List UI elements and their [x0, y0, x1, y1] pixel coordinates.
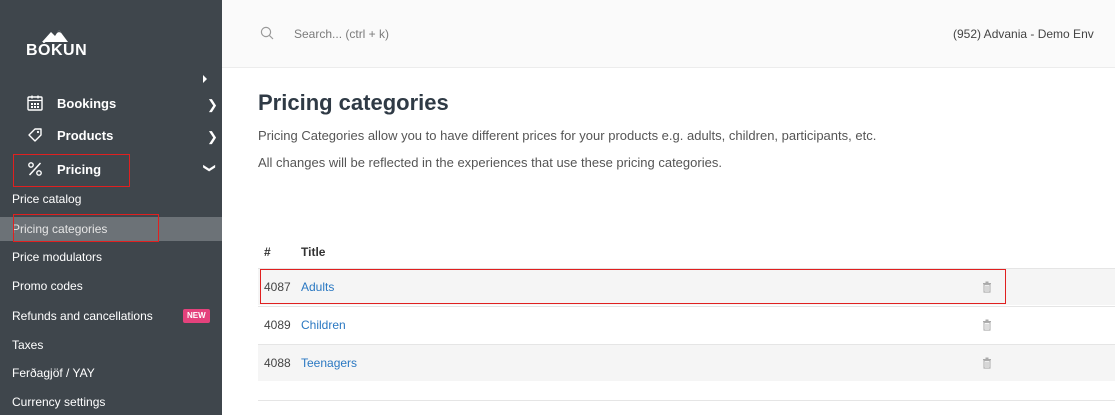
- new-badge: NEW: [183, 309, 210, 323]
- sidebar-subitem-label: Currency settings: [12, 395, 106, 409]
- sidebar-subitem-pricing-categories[interactable]: Pricing categories: [0, 217, 222, 241]
- app-root: BÓKUN Bookings ❯ Products ❯ Pricing ❯ Pr…: [0, 0, 1115, 415]
- sidebar-subitem-refunds-and-cancellations[interactable]: Refunds and cancellations NEW: [0, 304, 222, 328]
- row-title-link[interactable]: Children: [301, 318, 346, 332]
- row-title-link[interactable]: Teenagers: [301, 356, 357, 370]
- table-row: 4088 Teenagers: [258, 344, 1115, 381]
- sidebar-subitem-label: Ferðagjöf / YAY: [12, 366, 95, 380]
- sidebar-item-label: Products: [57, 128, 114, 143]
- table-row: 4087 Adults: [258, 268, 1115, 305]
- sidebar-item-label: Bookings: [57, 96, 117, 111]
- sidebar-subitem-label: Price catalog: [12, 192, 82, 206]
- percent-icon: [28, 162, 42, 176]
- sidebar-item-label: Pricing: [57, 162, 102, 177]
- sidebar-subitem-label: Pricing categories: [12, 222, 108, 236]
- sidebar-subitem-price-catalog[interactable]: Price catalog: [0, 187, 222, 211]
- mountain-logo-icon: [42, 30, 68, 42]
- search-input[interactable]: [294, 26, 594, 42]
- column-header-title: Title: [301, 245, 326, 259]
- trash-icon[interactable]: [982, 357, 992, 369]
- sidebar-item-products[interactable]: Products ❯: [0, 121, 222, 151]
- tag-icon: [28, 128, 42, 142]
- chevron-right-icon: ❯: [207, 129, 218, 144]
- sidebar-subitem-promo-codes[interactable]: Promo codes: [0, 274, 222, 298]
- page-title: Pricing categories: [258, 90, 449, 115]
- trash-icon[interactable]: [982, 281, 992, 293]
- column-header-id: #: [264, 245, 271, 259]
- trash-icon[interactable]: [982, 319, 992, 331]
- table-divider: [258, 400, 1115, 401]
- sidebar-subitem-label: Refunds and cancellations: [12, 309, 153, 323]
- sidebar-subitem-label: Promo codes: [12, 279, 83, 293]
- row-id: 4089: [264, 318, 291, 332]
- page-description: Pricing Categories allow you to have dif…: [258, 128, 877, 143]
- row-id: 4088: [264, 356, 291, 370]
- table-row: 4089 Children: [258, 306, 1115, 343]
- account-switcher[interactable]: (952) Advania - Demo Env: [953, 27, 1094, 41]
- bokun-logo[interactable]: BÓKUN: [26, 28, 88, 62]
- sidebar-item-pricing[interactable]: Pricing ❯: [0, 155, 222, 185]
- sidebar-subitem-ferdagjof-yay[interactable]: Ferðagjöf / YAY: [0, 361, 222, 385]
- brand-name: BÓKUN: [26, 42, 88, 59]
- calendar-icon: [27, 95, 43, 111]
- row-title-link[interactable]: Adults: [301, 280, 334, 294]
- sidebar-subitem-taxes[interactable]: Taxes: [0, 333, 222, 357]
- sidebar-subitem-currency-settings[interactable]: Currency settings: [0, 390, 222, 414]
- chevron-down-icon: ❯: [203, 162, 218, 174]
- sidebar-subitem-label: Taxes: [12, 338, 44, 352]
- row-id: 4087: [264, 280, 291, 294]
- sidebar-item-bookings[interactable]: Bookings ❯: [0, 89, 222, 119]
- sidebar-subitem-label: Price modulators: [12, 250, 103, 264]
- search-icon[interactable]: [260, 26, 274, 40]
- chevron-right-icon: ❯: [207, 97, 218, 112]
- sidebar: BÓKUN Bookings ❯ Products ❯ Pricing ❯ Pr…: [0, 0, 222, 415]
- sidebar-collapse-icon[interactable]: [203, 75, 207, 83]
- sidebar-subitem-price-modulators[interactable]: Price modulators: [0, 245, 222, 269]
- page-description-secondary: All changes will be reflected in the exp…: [258, 155, 722, 170]
- top-header: (952) Advania - Demo Env: [222, 0, 1115, 68]
